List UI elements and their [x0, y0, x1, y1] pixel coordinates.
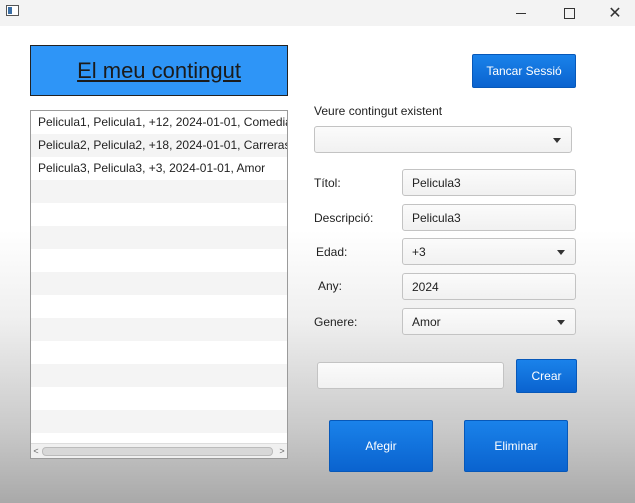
description-field-value: Pelicula3: [412, 210, 461, 225]
minimize-icon: [516, 12, 526, 14]
scroll-left-icon[interactable]: <: [31, 445, 41, 457]
delete-button[interactable]: Eliminar: [464, 420, 568, 472]
list-item[interactable]: Pelicula2, Pelicula2, +18, 2024-01-01, C…: [31, 134, 287, 157]
title-field-value: Pelicula3: [412, 175, 461, 190]
genre-select-value: Amor: [412, 314, 441, 329]
maximize-button[interactable]: [546, 0, 592, 26]
genre-select[interactable]: Amor: [402, 308, 576, 335]
description-label: Descripció:: [314, 211, 374, 225]
title-field[interactable]: Pelicula3: [402, 169, 576, 196]
list-item[interactable]: [31, 318, 287, 341]
list-item[interactable]: [31, 364, 287, 387]
year-field[interactable]: 2024: [402, 273, 576, 300]
list-item[interactable]: [31, 272, 287, 295]
horizontal-scrollbar[interactable]: < >: [31, 443, 287, 458]
year-field-value: 2024: [412, 279, 439, 294]
create-button[interactable]: Crear: [516, 359, 577, 393]
title-label: Títol:: [314, 176, 341, 190]
chevron-down-icon: [557, 249, 565, 255]
maximize-icon: [563, 7, 575, 19]
window-titlebar: ✕: [0, 0, 635, 26]
description-field[interactable]: Pelicula3: [402, 204, 576, 231]
chevron-down-icon: [553, 137, 561, 143]
list-item[interactable]: [31, 387, 287, 410]
minimize-button[interactable]: [498, 0, 544, 26]
list-item[interactable]: Pelicula1, Pelicula1, +12, 2024-01-01, C…: [31, 111, 287, 134]
genre-label: Genere:: [314, 315, 358, 329]
age-label: Edad:: [316, 245, 348, 259]
scroll-right-icon[interactable]: >: [277, 445, 287, 457]
list-item[interactable]: [31, 203, 287, 226]
content-list[interactable]: Pelicula1, Pelicula1, +12, 2024-01-01, C…: [30, 110, 288, 459]
chevron-down-icon: [557, 319, 565, 325]
age-select[interactable]: +3: [402, 238, 576, 265]
app-icon: [6, 5, 19, 16]
list-item[interactable]: [31, 295, 287, 318]
logout-button[interactable]: Tancar Sessió: [472, 54, 576, 88]
list-item[interactable]: [31, 226, 287, 249]
existing-content-select[interactable]: [314, 126, 572, 153]
close-button[interactable]: ✕: [592, 0, 635, 26]
age-select-value: +3: [412, 244, 426, 259]
year-label: Any:: [318, 279, 343, 293]
list-item[interactable]: Pelicula3, Pelicula3, +3, 2024-01-01, Am…: [31, 157, 287, 180]
list-item[interactable]: [31, 410, 287, 433]
list-item[interactable]: [31, 341, 287, 364]
create-input[interactable]: [317, 362, 504, 389]
scrollbar-thumb[interactable]: [42, 447, 273, 456]
existing-content-label: Veure contingut existent: [314, 104, 443, 118]
list-item[interactable]: [31, 249, 287, 272]
page-title: El meu contingut: [30, 45, 288, 96]
close-icon: ✕: [608, 3, 622, 22]
add-button[interactable]: Afegir: [329, 420, 433, 472]
list-item[interactable]: [31, 180, 287, 203]
